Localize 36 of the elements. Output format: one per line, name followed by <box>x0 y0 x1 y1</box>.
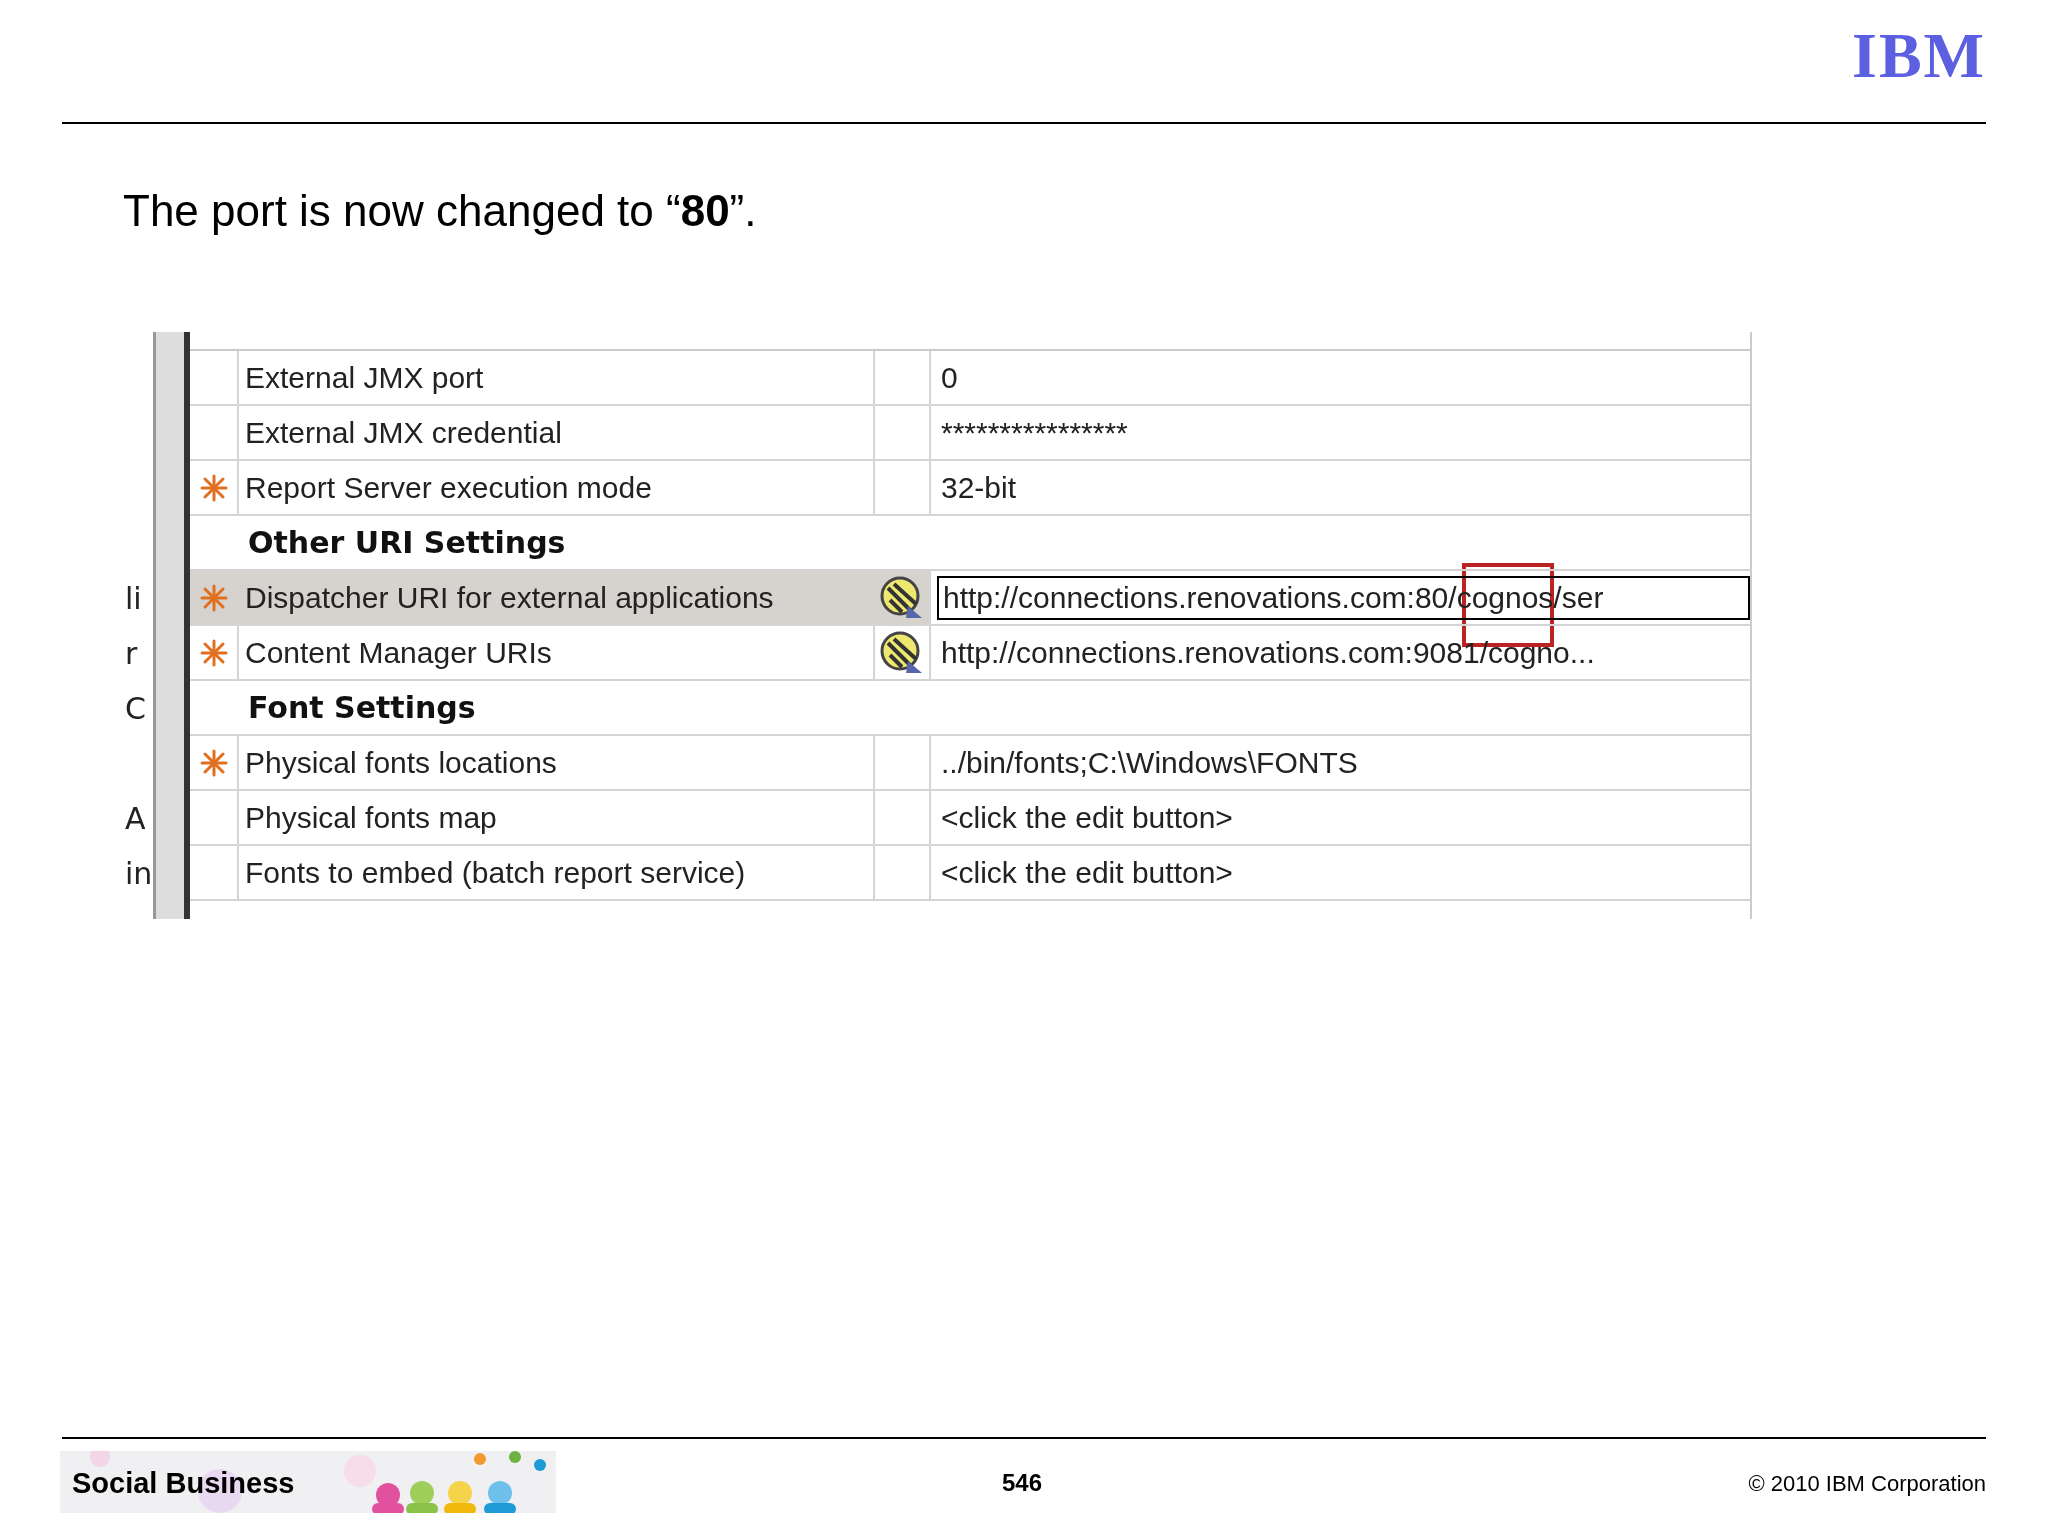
property-name: Fonts to embed (batch report service) <box>245 855 746 890</box>
group-heading: Other URI Settings <box>248 525 566 560</box>
property-row[interactable]: Content Manager URIs http://connections.renovations.com:9081/cogno... <box>190 626 1750 681</box>
property-row[interactable]: External JMX port 0 <box>190 351 1750 406</box>
property-row[interactable]: External JMX credential **************** <box>190 406 1750 461</box>
slide-title: The port is now changed to “80”. <box>123 186 758 236</box>
property-name: Report Server execution mode <box>245 470 652 505</box>
property-name: Dispatcher URI for external applications <box>245 580 774 615</box>
property-value: **************** <box>940 414 1129 451</box>
property-value: <click the edit button> <box>940 799 1234 836</box>
brand-label: Social Business <box>72 1467 295 1500</box>
property-name: Physical fonts map <box>245 800 497 835</box>
striped-disc-icon[interactable] <box>880 630 924 675</box>
property-name: Content Manager URIs <box>245 635 552 670</box>
cut-off-text: r <box>125 636 138 671</box>
property-name: External JMX credential <box>245 415 562 450</box>
page-number: 546 <box>1002 1469 1043 1497</box>
cut-off-text: C <box>125 691 146 726</box>
property-value: http://connections.renovations.com:9081/cogno... <box>940 634 1596 671</box>
property-name: External JMX port <box>245 360 484 395</box>
property-value: ../bin/fonts;C:\Windows\FONTS <box>940 744 1359 781</box>
property-name: Physical fonts locations <box>245 745 557 780</box>
property-value: 32-bit <box>940 469 1018 506</box>
property-value: 0 <box>940 359 959 396</box>
copyright-text: © 2010 IBM Corporation <box>1748 1471 1986 1497</box>
company-logo: IBM <box>1852 19 1986 93</box>
striped-disc-icon[interactable] <box>880 575 924 620</box>
property-row[interactable]: Physical fonts map <click the edit button> <box>190 791 1750 846</box>
property-row[interactable]: Report Server execution mode 32-bit <box>190 461 1750 516</box>
property-value: <click the edit button> <box>940 854 1234 891</box>
property-row[interactable]: Fonts to embed (batch report service) <click the edit button> <box>190 846 1750 901</box>
cut-off-text: in <box>125 856 153 891</box>
cut-off-text: li <box>125 581 142 616</box>
cut-off-text: A <box>125 801 146 836</box>
group-heading: Font Settings <box>248 690 476 725</box>
property-row[interactable]: Physical fonts locations ../bin/fonts;C:\Windows\FONTS <box>190 736 1750 791</box>
